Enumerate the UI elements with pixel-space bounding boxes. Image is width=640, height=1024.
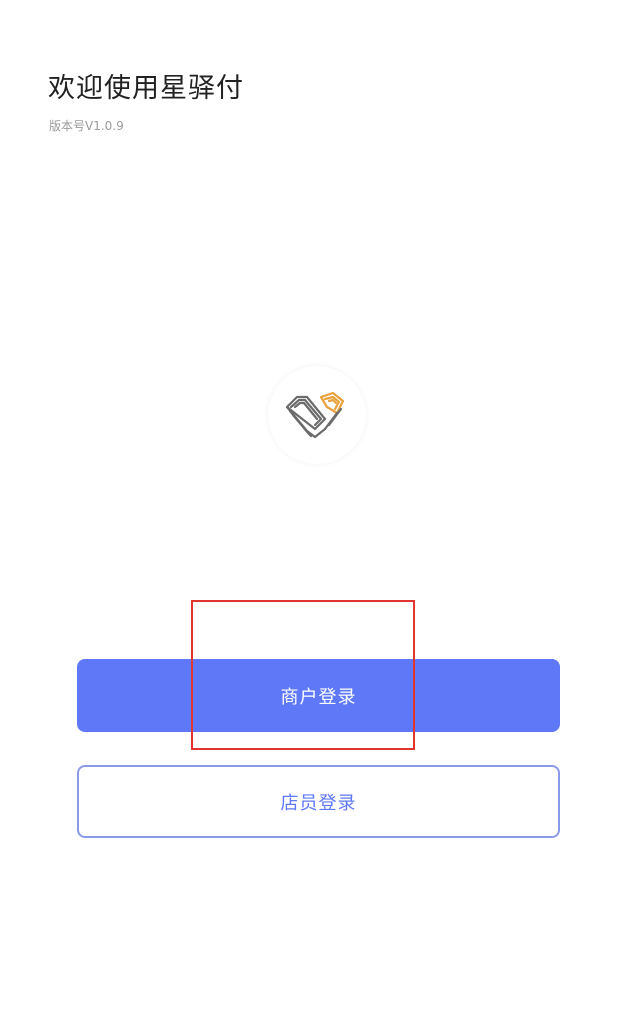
brand-logo xyxy=(268,366,366,464)
version-label: 版本号V1.0.9 xyxy=(49,119,124,133)
staff-login-label: 店员登录 xyxy=(280,792,357,814)
staff-login-button[interactable]: 店员登录 xyxy=(77,765,560,838)
merchant-login-button[interactable]: 商户登录 xyxy=(77,659,560,732)
merchant-login-label: 商户登录 xyxy=(280,686,357,708)
page-title: 欢迎使用星驿付 xyxy=(48,73,244,104)
brand-logo-icon xyxy=(285,391,345,439)
welcome-screen: 欢迎使用星驿付 版本号V1.0.9 商户登录 店员登录 xyxy=(0,0,640,1024)
